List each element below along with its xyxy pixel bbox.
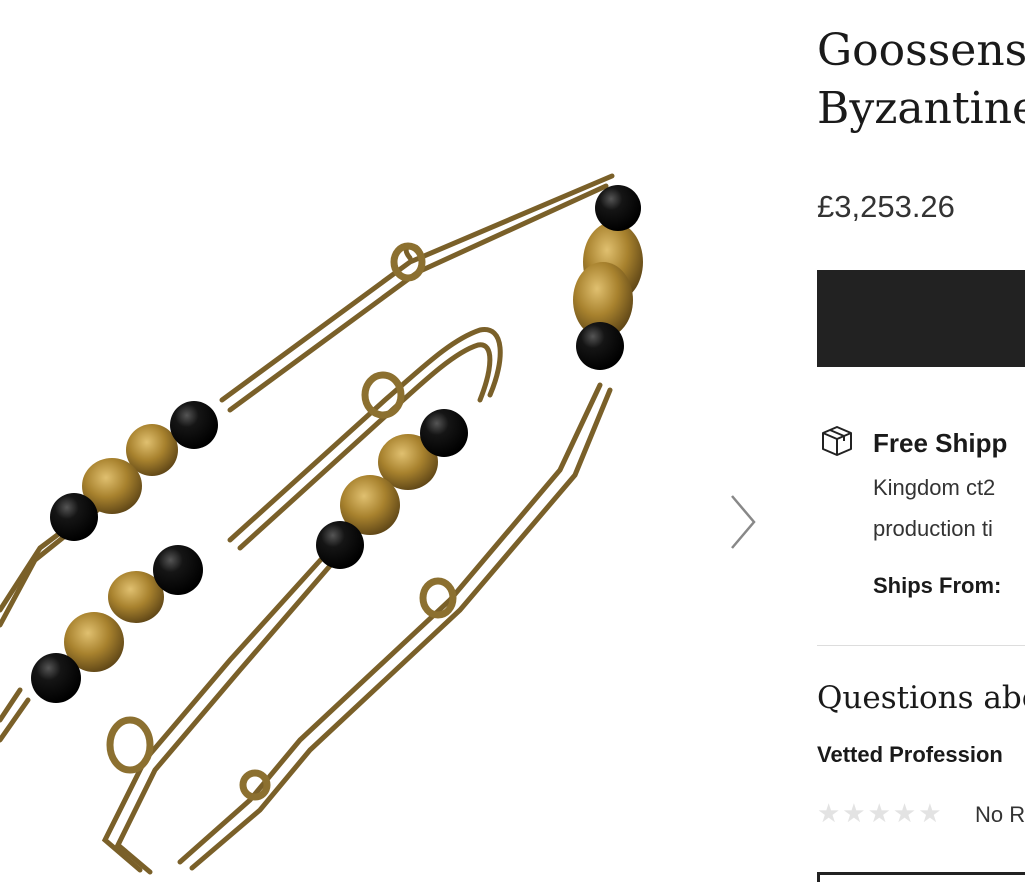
no-reviews-text: No R xyxy=(975,802,1025,827)
product-price: £3,253.26 xyxy=(817,189,955,224)
vetted-seller-label: Vetted Profession xyxy=(817,742,1003,767)
purchase-button[interactable] xyxy=(817,270,1025,367)
rating-stars: ★★★★★ xyxy=(817,798,944,828)
product-image-gallery[interactable] xyxy=(0,0,800,882)
shipping-production-text: production ti xyxy=(873,516,993,541)
necklace-image xyxy=(0,173,643,875)
chevron-right-icon xyxy=(731,495,756,549)
product-title-line2: Byzantine xyxy=(817,83,1025,134)
product-info-panel: Goossens Byzantine £3,253.26 Free Shipp … xyxy=(817,0,1025,882)
questions-heading: Questions abo xyxy=(817,680,1025,716)
package-icon xyxy=(822,426,852,456)
section-divider xyxy=(817,645,1025,646)
shipping-title: Free Shipp xyxy=(873,428,1008,458)
next-image-button[interactable] xyxy=(722,490,762,554)
product-title-line1: Goossens xyxy=(817,25,1025,76)
product-title: Goossens Byzantine xyxy=(817,22,1025,138)
shipping-destination-text: Kingdom ct2 xyxy=(873,475,996,500)
contact-seller-button[interactable] xyxy=(817,872,1025,882)
ships-from-label: Ships From: xyxy=(873,573,1002,598)
